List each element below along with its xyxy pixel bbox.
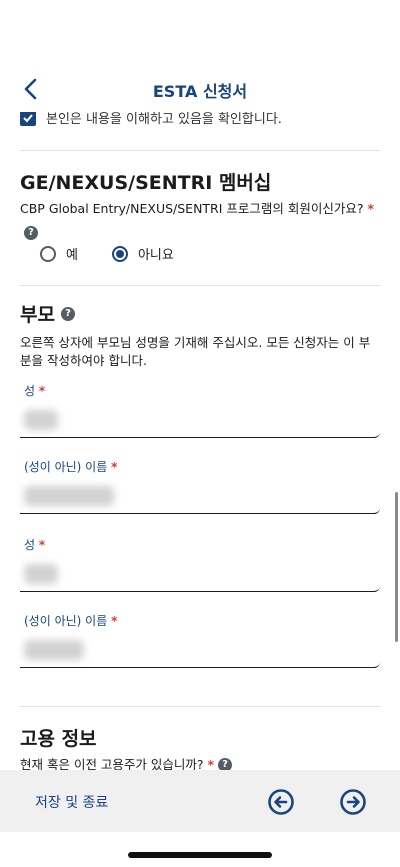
required-mark: *	[111, 614, 118, 628]
checkmark-icon	[23, 113, 33, 122]
arrow-left-circle-icon	[268, 789, 294, 815]
parent2-given-name-input[interactable]	[20, 632, 380, 668]
footer-bar: 저장 및 종료	[0, 770, 400, 832]
radio-button-selected[interactable]	[111, 245, 128, 262]
parent1-surname-label: 성 *	[24, 382, 45, 399]
parent2-given-name-label: (성이 아닌) 이름 *	[24, 612, 117, 629]
required-mark: *	[38, 384, 46, 398]
help-icon[interactable]: ?	[24, 220, 38, 240]
field-label-text: (성이 아닌) 이름	[24, 460, 108, 474]
form-scroll-area[interactable]: 본인은 내용을 이해하고 있음을 확인합니다. GE/NEXUS/SENTRI …	[0, 112, 400, 770]
required-mark: *	[38, 538, 46, 552]
membership-title-text: GE/NEXUS/SENTRI 멤버십	[20, 172, 272, 194]
divider	[20, 706, 380, 707]
page-title: ESTA 신청서	[152, 82, 248, 101]
consent-checkbox[interactable]	[20, 112, 36, 126]
consent-row[interactable]: 본인은 내용을 이해하고 있음을 확인합니다.	[20, 112, 282, 127]
parents-section-title: 부모 ?	[20, 300, 75, 327]
field-label-text: 성	[24, 384, 36, 398]
parent1-given-name-input[interactable]	[20, 478, 380, 514]
arrow-right-circle-icon	[340, 789, 366, 815]
home-indicator[interactable]	[128, 852, 272, 858]
radio-option-yes[interactable]: 예	[40, 244, 78, 263]
membership-question-text: CBP Global Entry/NEXUS/SENTRI 프로그램의 회원이신…	[20, 201, 364, 216]
parent1-surname-input[interactable]	[20, 402, 380, 438]
redacted-value	[24, 564, 58, 584]
parent2-surname-input[interactable]	[20, 556, 380, 592]
employment-question-text: 현재 혹은 이전 고용주가 있습니까?	[20, 757, 204, 770]
divider	[20, 150, 380, 151]
field-label-text: (성이 아닌) 이름	[24, 614, 108, 628]
app-header: ESTA 신청서	[0, 0, 400, 112]
help-icon[interactable]: ?	[60, 306, 75, 321]
previous-button[interactable]	[268, 789, 294, 815]
parent1-given-name-label: (성이 아닌) 이름 *	[24, 458, 117, 475]
radio-label: 예	[66, 248, 78, 263]
field-label-text: 성	[24, 538, 36, 552]
required-mark: *	[111, 460, 118, 474]
employment-section-title: 고용 정보	[20, 724, 97, 751]
save-and-exit-button[interactable]: 저장 및 종료	[35, 792, 108, 812]
radio-label: 아니요	[137, 248, 174, 263]
consent-text: 본인은 내용을 이해하고 있음을 확인합니다.	[46, 112, 282, 127]
parent2-surname-label: 성 *	[24, 536, 45, 553]
employment-question: 현재 혹은 이전 고용주가 있습니까? * ?	[20, 756, 233, 770]
membership-question: CBP Global Entry/NEXUS/SENTRI 프로그램의 회원이신…	[20, 200, 374, 218]
membership-section-title: GE/NEXUS/SENTRI 멤버십	[20, 168, 271, 195]
next-button[interactable]	[340, 789, 366, 815]
required-mark: *	[207, 757, 215, 770]
help-icon[interactable]: ?	[218, 758, 233, 770]
radio-option-no[interactable]: 아니요	[111, 244, 174, 263]
radio-button[interactable]	[40, 245, 56, 262]
membership-radio-group[interactable]: 예 아니요	[40, 244, 174, 263]
parents-description: 오른쪽 상자에 부모님 성명을 기재해 주십시오. 모든 신청자는 이 부분을 …	[20, 335, 371, 368]
divider	[20, 285, 380, 286]
employment-title-text: 고용 정보	[20, 728, 97, 750]
required-mark: *	[367, 201, 375, 216]
scrollbar[interactable]	[395, 492, 398, 642]
parents-title-text: 부모	[20, 304, 55, 326]
redacted-value	[24, 486, 114, 506]
redacted-value	[24, 410, 58, 430]
redacted-value	[24, 640, 84, 660]
